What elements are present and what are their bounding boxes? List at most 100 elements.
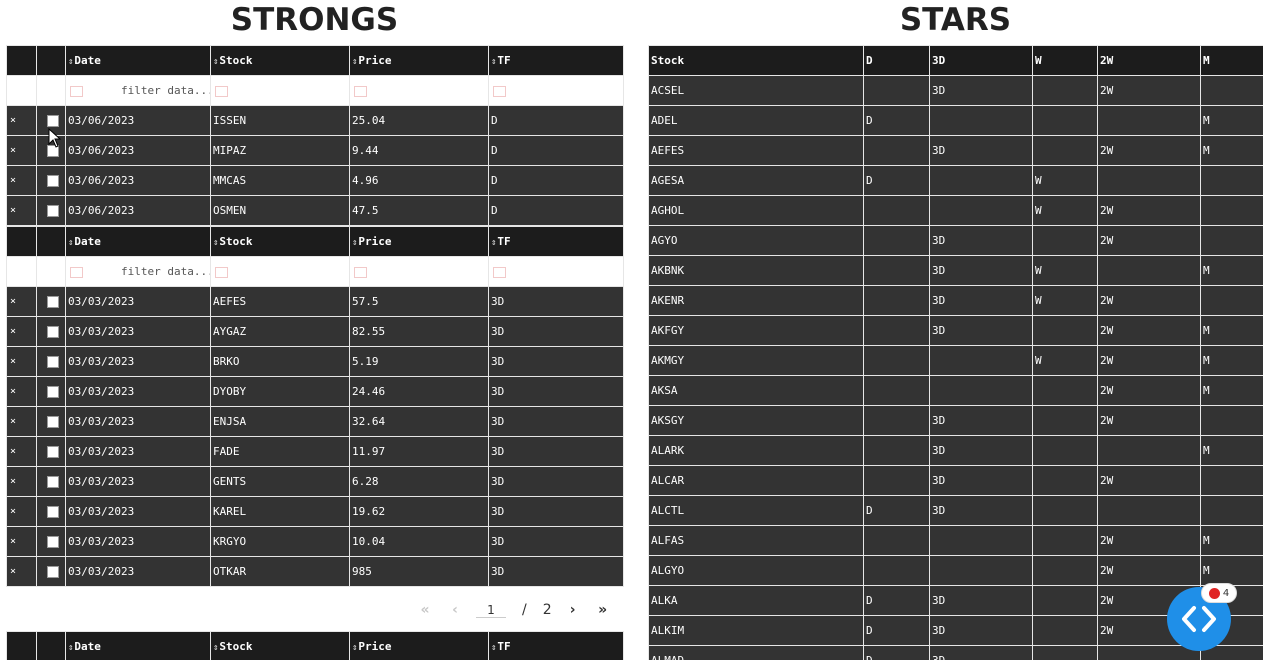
- sort-icon[interactable]: ⇕: [352, 238, 357, 248]
- stars-column-header[interactable]: W: [1032, 45, 1098, 76]
- filter-cell-date[interactable]: filter data...: [65, 256, 211, 287]
- filter-case-icon[interactable]: [354, 85, 367, 97]
- sort-icon[interactable]: ⇕: [491, 643, 496, 653]
- sort-icon[interactable]: ⇕: [213, 643, 218, 653]
- delete-row-button[interactable]: ×: [6, 286, 37, 317]
- cell-stock: DYOBY: [210, 376, 350, 407]
- column-header-tf[interactable]: ⇕TF: [488, 631, 624, 660]
- stars-tf-cell: [1097, 165, 1201, 196]
- cell-tf: D: [488, 165, 624, 196]
- delete-row-button[interactable]: ×: [6, 526, 37, 557]
- column-header-tf[interactable]: ⇕TF: [488, 226, 624, 257]
- sort-icon[interactable]: ⇕: [68, 57, 73, 67]
- filter-case-icon[interactable]: [70, 85, 83, 97]
- filter-cell-stock[interactable]: [210, 75, 350, 106]
- delete-row-button[interactable]: ×: [6, 105, 37, 136]
- column-header-tf[interactable]: ⇕TF: [488, 45, 624, 76]
- row-checkbox[interactable]: [47, 506, 59, 518]
- filter-case-icon[interactable]: [215, 85, 228, 97]
- filter-cell-tf[interactable]: [488, 256, 624, 287]
- column-header-stock[interactable]: ⇕Stock: [210, 226, 350, 257]
- delete-row-button[interactable]: ×: [6, 496, 37, 527]
- row-checkbox[interactable]: [47, 175, 59, 187]
- stars-tf-cell: 3D: [929, 285, 1033, 316]
- row-checkbox[interactable]: [47, 386, 59, 398]
- delete-row-button[interactable]: ×: [6, 406, 37, 437]
- delete-row-button[interactable]: ×: [6, 195, 37, 226]
- column-header-price[interactable]: ⇕Price: [349, 631, 489, 660]
- filter-case-icon[interactable]: [70, 266, 83, 278]
- filter-cell-date[interactable]: filter data...: [65, 75, 211, 106]
- column-header-date[interactable]: ⇕Date: [65, 631, 211, 660]
- column-header-stock[interactable]: ⇕Stock: [210, 631, 350, 660]
- delete-row-button[interactable]: ×: [6, 165, 37, 196]
- page-number-input[interactable]: 1: [476, 603, 506, 618]
- select-cell: [36, 165, 66, 196]
- cell-date: 03/03/2023: [65, 286, 211, 317]
- sort-icon[interactable]: ⇕: [491, 57, 496, 67]
- row-checkbox[interactable]: [47, 296, 59, 308]
- error-badge[interactable]: 4: [1201, 583, 1237, 603]
- stars-row: AKENR 3D W 2W: [648, 285, 1263, 316]
- row-checkbox[interactable]: [47, 536, 59, 548]
- select-cell: [36, 526, 66, 557]
- sort-icon[interactable]: ⇕: [352, 57, 357, 67]
- stars-column-header[interactable]: M: [1200, 45, 1263, 76]
- sort-icon[interactable]: ⇕: [213, 57, 218, 67]
- row-checkbox[interactable]: [47, 416, 59, 428]
- row-checkbox[interactable]: [47, 356, 59, 368]
- filter-input[interactable]: filter data...: [121, 265, 210, 278]
- filter-case-icon[interactable]: [493, 266, 506, 278]
- previous-page-button[interactable]: ‹: [440, 602, 470, 618]
- stars-column-header[interactable]: 2W: [1097, 45, 1201, 76]
- stars-tf-cell: [1032, 555, 1098, 586]
- stars-header-row: Stock D 3D W 2W M: [648, 45, 1263, 76]
- first-page-button[interactable]: «: [410, 602, 440, 618]
- delete-row-button[interactable]: ×: [6, 316, 37, 347]
- filter-cell-stock[interactable]: [210, 256, 350, 287]
- cell-price: 47.5: [349, 195, 489, 226]
- column-header-stock[interactable]: ⇕Stock: [210, 45, 350, 76]
- stars-tf-cell: 2W: [1097, 285, 1201, 316]
- next-page-button[interactable]: ›: [558, 602, 588, 618]
- stars-title: STARS: [899, 2, 1012, 38]
- column-header-label: Date: [74, 235, 101, 248]
- filter-case-icon[interactable]: [493, 85, 506, 97]
- filter-cell-price[interactable]: [349, 75, 489, 106]
- stars-column-header[interactable]: Stock: [648, 45, 864, 76]
- filter-case-icon[interactable]: [215, 266, 228, 278]
- column-header-price[interactable]: ⇕Price: [349, 45, 489, 76]
- delete-row-button[interactable]: ×: [6, 135, 37, 166]
- delete-row-button[interactable]: ×: [6, 466, 37, 497]
- filter-cell-price[interactable]: [349, 256, 489, 287]
- column-header-date[interactable]: ⇕Date: [65, 226, 211, 257]
- filter-cell-tf[interactable]: [488, 75, 624, 106]
- stars-tf-cell: [1032, 375, 1098, 406]
- row-checkbox[interactable]: [47, 476, 59, 488]
- row-checkbox[interactable]: [47, 205, 59, 217]
- sort-icon[interactable]: ⇕: [68, 238, 73, 248]
- stars-column-header[interactable]: 3D: [929, 45, 1033, 76]
- sort-icon[interactable]: ⇕: [352, 643, 357, 653]
- filter-case-icon[interactable]: [354, 266, 367, 278]
- row-checkbox[interactable]: [47, 115, 59, 127]
- row-checkbox[interactable]: [47, 326, 59, 338]
- row-checkbox[interactable]: [47, 566, 59, 578]
- stars-tf-cell: M: [1200, 375, 1263, 406]
- stars-row: AEFES 3D 2W M: [648, 135, 1263, 166]
- row-checkbox[interactable]: [47, 446, 59, 458]
- cell-date: 03/06/2023: [65, 105, 211, 136]
- stars-column-header[interactable]: D: [863, 45, 930, 76]
- last-page-button[interactable]: »: [588, 602, 618, 618]
- select-cell: [36, 556, 66, 587]
- sort-icon[interactable]: ⇕: [68, 643, 73, 653]
- delete-row-button[interactable]: ×: [6, 346, 37, 377]
- delete-row-button[interactable]: ×: [6, 376, 37, 407]
- column-header-date[interactable]: ⇕Date: [65, 45, 211, 76]
- filter-input[interactable]: filter data...: [121, 84, 210, 97]
- sort-icon[interactable]: ⇕: [213, 238, 218, 248]
- sort-icon[interactable]: ⇕: [491, 238, 496, 248]
- column-header-price[interactable]: ⇕Price: [349, 226, 489, 257]
- delete-row-button[interactable]: ×: [6, 436, 37, 467]
- delete-row-button[interactable]: ×: [6, 556, 37, 587]
